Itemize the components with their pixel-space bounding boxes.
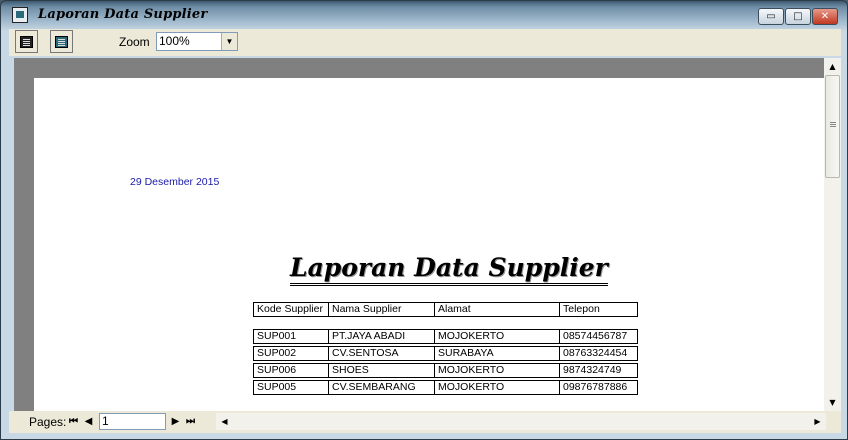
- maximize-button[interactable]: □: [785, 8, 811, 25]
- zoom-value: 100%: [159, 34, 190, 48]
- first-page-icon[interactable]: ⏮: [67, 414, 80, 430]
- report-title: Laporan Data Supplier: [290, 253, 608, 286]
- column-header-alamat: Alamat: [434, 302, 560, 317]
- scroll-down-icon[interactable]: ▼: [824, 394, 841, 411]
- app-icon: [12, 7, 28, 23]
- scroll-right-icon[interactable]: ▶: [809, 413, 826, 430]
- table-cell: PT.JAYA ABADI: [328, 329, 435, 344]
- vertical-scrollbar[interactable]: ▲ ▼: [824, 58, 841, 411]
- table-cell: 08574456787: [559, 329, 638, 344]
- table-cell: 9874324749: [559, 363, 638, 378]
- table-cell: SUP006: [253, 363, 329, 378]
- page-navigation-bar: Pages: ⏮ ◀ 1 ▶ ⏭ ◀ ▶: [9, 411, 841, 433]
- table-cell: CV.SENTOSA: [328, 346, 435, 361]
- page-number-input[interactable]: 1: [99, 413, 166, 430]
- table-cell: SUP002: [253, 346, 329, 361]
- column-header-kode: Kode Supplier: [253, 302, 329, 317]
- report-date: 29 Desember 2015: [130, 176, 220, 188]
- table-cell: MOJOKERTO: [434, 380, 560, 395]
- window-title: Laporan Data Supplier: [38, 7, 208, 22]
- report-viewport: 29 Desember 2015 Laporan Data Supplier K…: [14, 58, 824, 411]
- print-icon: [20, 35, 33, 48]
- horizontal-scrollbar[interactable]: ◀ ▶: [216, 413, 826, 430]
- table-cell: SUP001: [253, 329, 329, 344]
- table-cell: CV.SEMBARANG: [328, 380, 435, 395]
- toolbar: Zoom 100% ▼: [9, 29, 841, 56]
- scroll-up-icon[interactable]: ▲: [824, 58, 841, 75]
- zoom-label: Zoom: [119, 35, 150, 49]
- export-icon: [55, 35, 68, 48]
- zoom-select[interactable]: 100% ▼: [156, 32, 238, 51]
- table-cell: SURABAYA: [434, 346, 560, 361]
- report-preview-window: Laporan Data Supplier ▭ □ ✕ Zoom 100% ▼ …: [0, 0, 848, 440]
- vertical-scroll-thumb[interactable]: [825, 75, 840, 178]
- scroll-left-icon[interactable]: ◀: [216, 413, 233, 430]
- column-header-nama: Nama Supplier: [328, 302, 435, 317]
- next-page-icon[interactable]: ▶: [169, 414, 182, 430]
- minimize-button[interactable]: ▭: [758, 8, 784, 25]
- previous-page-icon[interactable]: ◀: [82, 414, 95, 430]
- last-page-icon[interactable]: ⏭: [184, 414, 197, 430]
- close-button[interactable]: ✕: [812, 8, 838, 25]
- print-button[interactable]: [15, 30, 38, 53]
- chevron-down-icon[interactable]: ▼: [221, 33, 237, 50]
- table-cell: 09876787886: [559, 380, 638, 395]
- table-cell: MOJOKERTO: [434, 329, 560, 344]
- column-header-telepon: Telepon: [559, 302, 638, 317]
- table-cell: MOJOKERTO: [434, 363, 560, 378]
- table-cell: 08763324454: [559, 346, 638, 361]
- pages-label: Pages:: [29, 415, 67, 429]
- table-cell: SHOES: [328, 363, 435, 378]
- title-bar[interactable]: Laporan Data Supplier ▭ □ ✕: [1, 1, 847, 29]
- table-cell: SUP005: [253, 380, 329, 395]
- export-button[interactable]: [50, 30, 73, 53]
- report-page: 29 Desember 2015 Laporan Data Supplier K…: [34, 78, 824, 411]
